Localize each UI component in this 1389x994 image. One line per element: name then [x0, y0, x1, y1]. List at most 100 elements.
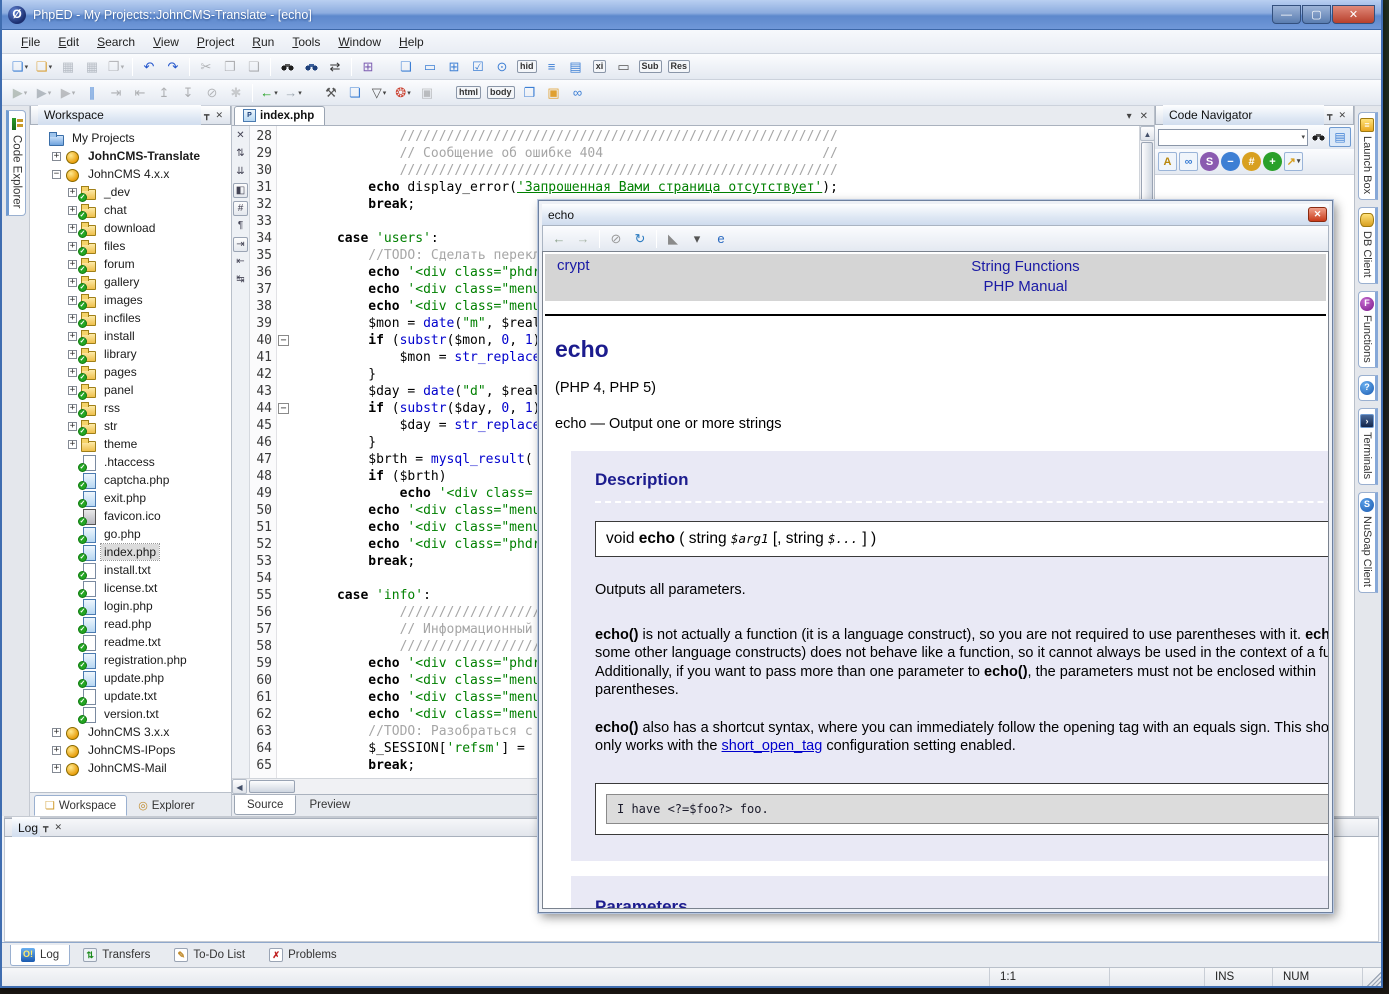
run-to-cursor-button[interactable]: ↧ — [177, 82, 199, 104]
preview-button[interactable]: ▣ — [416, 82, 438, 104]
html-listbox-button[interactable]: ≡ — [541, 56, 563, 78]
sort-alpha-button[interactable]: A — [1158, 152, 1177, 171]
tree-item-panel[interactable]: +✓panel — [30, 381, 231, 399]
navigator-filter-combobox[interactable]: ▾ — [1158, 129, 1308, 146]
whitespace-button[interactable]: ⇊ — [233, 165, 248, 180]
close-tab-icon[interactable]: ✕ — [1140, 111, 1148, 122]
tab-transfers[interactable]: ⇅Transfers — [72, 945, 161, 966]
tree-item-exit-php[interactable]: ✓exit.php — [30, 489, 231, 507]
tree-item-registration-php[interactable]: ✓registration.php — [30, 651, 231, 669]
tab-db-client[interactable]: DB Client — [1358, 207, 1378, 283]
html-button-button[interactable]: ▭ — [613, 56, 635, 78]
help-forward-button[interactable]: → — [572, 228, 594, 250]
close-icon[interactable]: ✕ — [212, 110, 226, 121]
tree-item-johncms-3-x-x[interactable]: +JohnCMS 3.x.x — [30, 723, 231, 741]
tree-item-str[interactable]: +✓str — [30, 417, 231, 435]
tree-item-johncms-4-x-x[interactable]: −JohnCMS 4.x.x — [30, 165, 231, 183]
settings-button[interactable]: ⚒ — [320, 82, 342, 104]
tree-item-johncms-ipops[interactable]: +JohnCMS-IPops — [30, 741, 231, 759]
insert-body-tag-button[interactable]: body — [485, 82, 517, 104]
scroll-up-icon[interactable]: ▲ — [1140, 126, 1155, 141]
html-radio-button[interactable]: ⊙ — [491, 56, 513, 78]
html-textarea-button[interactable]: ▤ — [565, 56, 587, 78]
tree-item-library[interactable]: +✓library — [30, 345, 231, 363]
tree-item-johncms-translate[interactable]: +JohnCMS-Translate — [30, 147, 231, 165]
save-button[interactable]: ▦ — [57, 56, 79, 78]
tree-item-version-txt[interactable]: ✓version.txt — [30, 705, 231, 723]
tab-terminals[interactable]: ›Terminals — [1358, 408, 1378, 485]
insert-html-tag-button[interactable]: html — [454, 82, 483, 104]
tree-item-favicon-ico[interactable]: ✓favicon.ico — [30, 507, 231, 525]
fold-marker-line-40[interactable]: − — [278, 335, 289, 346]
paste-button[interactable]: ❑ — [243, 56, 265, 78]
tree-item-download[interactable]: +✓download — [30, 219, 231, 237]
navigator-view-button[interactable]: ▤ — [1329, 127, 1351, 147]
tab-preview[interactable]: Preview — [296, 795, 363, 815]
tab-source[interactable]: Source — [234, 795, 296, 815]
tree-item-captcha-php[interactable]: ✓captcha.php — [30, 471, 231, 489]
tree-item-forum[interactable]: +✓forum — [30, 255, 231, 273]
pin-icon[interactable]: ┳ — [1324, 110, 1335, 121]
tab-functions[interactable]: FFunctions — [1358, 291, 1378, 369]
tree-item-images[interactable]: +✓images — [30, 291, 231, 309]
menu-window[interactable]: Window — [329, 32, 390, 52]
link-php-manual[interactable]: PHP Manual — [984, 278, 1068, 295]
scrollbar-thumb[interactable] — [249, 780, 295, 793]
tab-explorer[interactable]: ◎Explorer — [127, 795, 205, 816]
menu-view[interactable]: View — [144, 32, 188, 52]
help-close-button[interactable]: ✕ — [1308, 207, 1327, 222]
open-in-browser-button[interactable]: e — [710, 228, 732, 250]
line-numbers-button[interactable]: # — [233, 201, 248, 216]
save-all-button[interactable]: ▦ — [81, 56, 103, 78]
html-input-button[interactable]: xi — [589, 56, 611, 78]
break-button[interactable]: ✱ — [225, 82, 247, 104]
insert-link-button[interactable]: ∞ — [567, 82, 589, 104]
run-in-debugger-button[interactable]: ▶▾ — [33, 82, 55, 104]
tab-index-php[interactable]: P index.php — [234, 106, 325, 125]
copy-button[interactable]: ❐ — [219, 56, 241, 78]
fold-marker-line-44[interactable]: − — [278, 403, 289, 414]
stop-button[interactable]: ⊘ — [201, 82, 223, 104]
indent-button[interactable]: ↹ — [233, 273, 248, 288]
scroll-left-icon[interactable]: ◀ — [232, 779, 247, 794]
tree-item-index-php[interactable]: ✓index.php — [30, 543, 231, 561]
outdent-button[interactable]: ⇤ — [233, 255, 248, 270]
window-list-button[interactable]: ⊞ — [357, 56, 379, 78]
paragraph-marks-button[interactable]: ¶ — [233, 219, 248, 234]
tab-list-dropdown-icon[interactable]: ▾ — [1127, 111, 1132, 122]
tab-problems[interactable]: ✗Problems — [258, 945, 348, 966]
pin-icon[interactable]: ┳ — [40, 822, 51, 833]
tree-item-gallery[interactable]: +✓gallery — [30, 273, 231, 291]
step-over-button[interactable]: ⇤ — [129, 82, 151, 104]
help-stop-button[interactable]: ⊘ — [605, 228, 627, 250]
link-crypt[interactable]: crypt — [545, 257, 725, 274]
resize-grip[interactable] — [1363, 968, 1381, 986]
navigator-search-icon[interactable] — [1311, 131, 1326, 143]
menu-edit[interactable]: Edit — [49, 32, 88, 52]
html-form-button[interactable]: ❏ — [395, 56, 417, 78]
help-print-button[interactable]: ◣ — [662, 228, 684, 250]
show-statics-button[interactable]: S — [1200, 152, 1219, 171]
close-file-button[interactable]: ✕ — [233, 129, 248, 144]
tree-item-rss[interactable]: +✓rss — [30, 399, 231, 417]
tab-nusoap-client[interactable]: SNuSoap Client — [1358, 492, 1378, 593]
titlebar[interactable]: Ø PhpED - My Projects::JohnCMS-Translate… — [2, 0, 1381, 30]
show-protected-button[interactable]: # — [1242, 152, 1261, 171]
menu-run[interactable]: Run — [243, 32, 283, 52]
close-icon[interactable]: ✕ — [1335, 110, 1349, 121]
pin-icon[interactable]: ┳ — [201, 110, 212, 121]
tree-item-login-php[interactable]: ✓login.php — [30, 597, 231, 615]
find-in-files-button[interactable] — [300, 56, 322, 78]
appearance-button[interactable]: ❂▾ — [392, 82, 414, 104]
tree-item-go-php[interactable]: ✓go.php — [30, 525, 231, 543]
link-string-functions[interactable]: String Functions — [971, 258, 1079, 275]
run-profiler-button[interactable]: ▶▾ — [57, 82, 79, 104]
step-in-button[interactable]: ⇥ — [105, 82, 127, 104]
menu-search[interactable]: Search — [88, 32, 144, 52]
show-links-button[interactable]: ∞ — [1179, 152, 1198, 171]
deploy-button[interactable]: ▽▾ — [368, 82, 390, 104]
tab-launch-box[interactable]: ≡Launch Box — [1358, 112, 1378, 200]
tab-help[interactable]: ? — [1358, 375, 1378, 401]
html-reset-button[interactable]: Res — [666, 56, 693, 78]
help-refresh-button[interactable]: ↻ — [629, 228, 651, 250]
